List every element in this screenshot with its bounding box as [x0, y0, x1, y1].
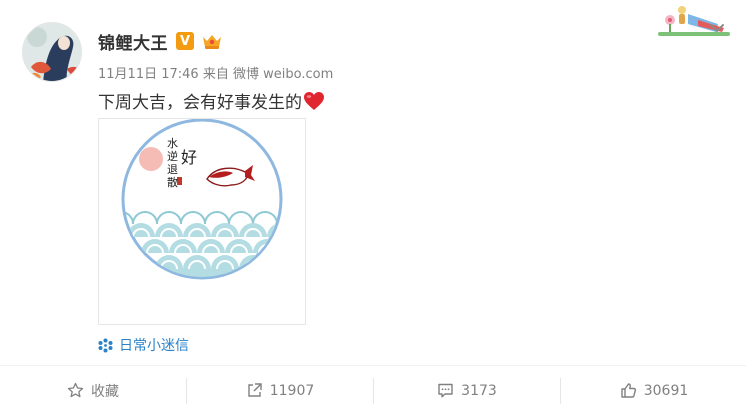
comment-count: 3173: [461, 382, 497, 399]
svg-text:水: 水: [167, 137, 178, 150]
svg-text:逆: 逆: [167, 149, 178, 163]
svg-text:好: 好: [181, 148, 197, 167]
author-row: 锦鲤大王 V: [98, 29, 224, 54]
repost-count: 11907: [269, 382, 315, 399]
source-prefix: 来自: [202, 67, 229, 82]
repost-button[interactable]: 11907: [187, 366, 373, 414]
post-text: 下周大吉，会有好事发生的: [98, 88, 325, 113]
thumb-up-icon: [621, 383, 636, 398]
vip-crown-icon[interactable]: [200, 32, 224, 50]
red-heart-emoji-icon: [304, 92, 324, 110]
topic-link[interactable]: 日常小迷信: [98, 335, 189, 355]
action-bar: 收藏 11907 3173 30691: [0, 365, 746, 414]
verified-v-icon[interactable]: V: [176, 32, 194, 50]
topic-flower-icon: [98, 338, 113, 352]
share-arrow-icon: [248, 383, 262, 397]
favorite-label: 收藏: [91, 383, 119, 400]
avatar-illustration-icon: [23, 23, 81, 81]
star-icon: [67, 382, 84, 398]
like-count: 30691: [643, 382, 689, 399]
svg-text:散: 散: [167, 175, 178, 189]
post-text-content: 下周大吉，会有好事发生的: [98, 93, 302, 113]
post-image[interactable]: 水 逆 退 散 好: [98, 118, 306, 325]
post-source[interactable]: 微博 weibo.com: [233, 67, 333, 82]
topic-label[interactable]: 日常小迷信: [119, 335, 189, 355]
author-name[interactable]: 锦鲤大王: [98, 29, 168, 54]
chevron-down-icon[interactable]: [709, 22, 725, 34]
koi-wave-illustration: 水 逆 退 散 好: [121, 118, 283, 280]
post-datetime[interactable]: 11月11日 17:46: [98, 67, 199, 82]
avatar[interactable]: [22, 22, 82, 82]
like-button[interactable]: 30691: [561, 366, 746, 414]
post-meta: 11月11日 17:46 来自 微博 weibo.com: [98, 63, 333, 82]
weibo-post-card: 锦鲤大王 V 11月11日 17:46 来自 微博 weibo.com 下周大吉…: [0, 0, 746, 414]
comment-bubble-icon: [438, 383, 453, 398]
favorite-button[interactable]: 收藏: [0, 366, 186, 414]
comment-button[interactable]: 3173: [374, 366, 560, 414]
svg-text:退: 退: [167, 163, 178, 176]
